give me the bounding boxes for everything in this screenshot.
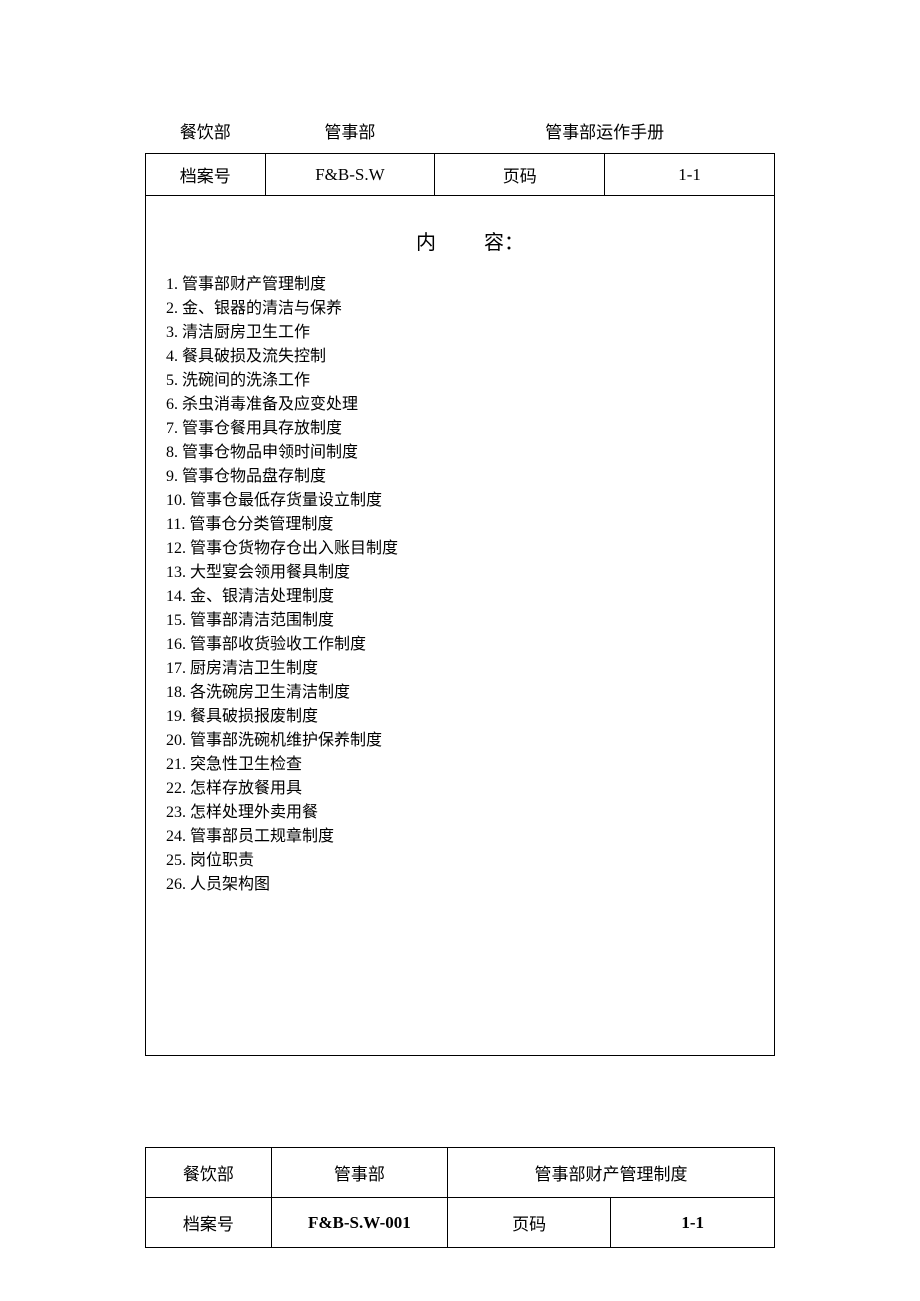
header-table-top: 餐饮部 管事部 管事部运作手册 档案号 F&B-S.W 页码 1-1 [145, 110, 775, 196]
header2-filenum-label: 档案号 [146, 1198, 272, 1248]
toc-item: 18. 各洗碗房卫生清洁制度 [166, 681, 756, 705]
toc-item: 8. 管事仓物品申领时间制度 [166, 441, 756, 465]
toc-item: 23. 怎样处理外卖用餐 [166, 801, 756, 825]
toc-item: 17. 厨房清洁卫生制度 [166, 657, 756, 681]
toc-item: 25. 岗位职责 [166, 849, 756, 873]
toc-item: 10. 管事仓最低存货量设立制度 [166, 489, 756, 513]
toc-item: 16. 管事部收货验收工作制度 [166, 633, 756, 657]
header1-dept: 餐饮部 [146, 110, 266, 154]
toc-item: 26. 人员架构图 [166, 873, 756, 897]
toc-item: 19. 餐具破损报废制度 [166, 705, 756, 729]
content-title-left: 内 [316, 226, 436, 255]
toc-item: 13. 大型宴会领用餐具制度 [166, 561, 756, 585]
toc-item: 9. 管事仓物品盘存制度 [166, 465, 756, 489]
header1-page-value: 1-1 [605, 154, 775, 196]
content-area: 内 容： 1. 管事部财产管理制度 2. 金、银器的清洁与保养 3. 清洁厨房卫… [145, 196, 775, 1056]
toc-item: 12. 管事仓货物存仓出入账目制度 [166, 537, 756, 561]
header1-filenum-value: F&B-S.W [265, 154, 435, 196]
header2-filenum-value: F&B-S.W-001 [271, 1198, 447, 1248]
toc-item: 11. 管事仓分类管理制度 [166, 513, 756, 537]
toc-item: 14. 金、银清洁处理制度 [166, 585, 756, 609]
toc-list: 1. 管事部财产管理制度 2. 金、银器的清洁与保养 3. 清洁厨房卫生工作 4… [164, 273, 756, 897]
content-title: 内 容： [164, 226, 756, 255]
toc-item: 5. 洗碗间的洗涤工作 [166, 369, 756, 393]
toc-item: 20. 管事部洗碗机维护保养制度 [166, 729, 756, 753]
header2-page-label: 页码 [447, 1198, 611, 1248]
toc-item: 21. 突急性卫生检查 [166, 753, 756, 777]
toc-item: 7. 管事仓餐用具存放制度 [166, 417, 756, 441]
header1-subdept: 管事部 [265, 110, 435, 154]
toc-item: 6. 杀虫消毒准备及应变处理 [166, 393, 756, 417]
toc-item: 15. 管事部清洁范围制度 [166, 609, 756, 633]
toc-item: 4. 餐具破损及流失控制 [166, 345, 756, 369]
toc-item: 3. 清洁厨房卫生工作 [166, 321, 756, 345]
header-table-bottom: 餐饮部 管事部 管事部财产管理制度 档案号 F&B-S.W-001 页码 1-1 [145, 1147, 775, 1248]
header2-subdept: 管事部 [271, 1148, 447, 1198]
toc-item: 24. 管事部员工规章制度 [166, 825, 756, 849]
toc-item: 22. 怎样存放餐用具 [166, 777, 756, 801]
toc-item: 2. 金、银器的清洁与保养 [166, 297, 756, 321]
header2-dept: 餐饮部 [146, 1148, 272, 1198]
header1-filenum-label: 档案号 [146, 154, 266, 196]
header1-title: 管事部运作手册 [435, 110, 775, 154]
header2-title: 管事部财产管理制度 [447, 1148, 774, 1198]
toc-item: 1. 管事部财产管理制度 [166, 273, 756, 297]
header1-page-label: 页码 [435, 154, 605, 196]
header2-page-value: 1-1 [611, 1198, 775, 1248]
content-title-right: 容： [484, 226, 604, 255]
